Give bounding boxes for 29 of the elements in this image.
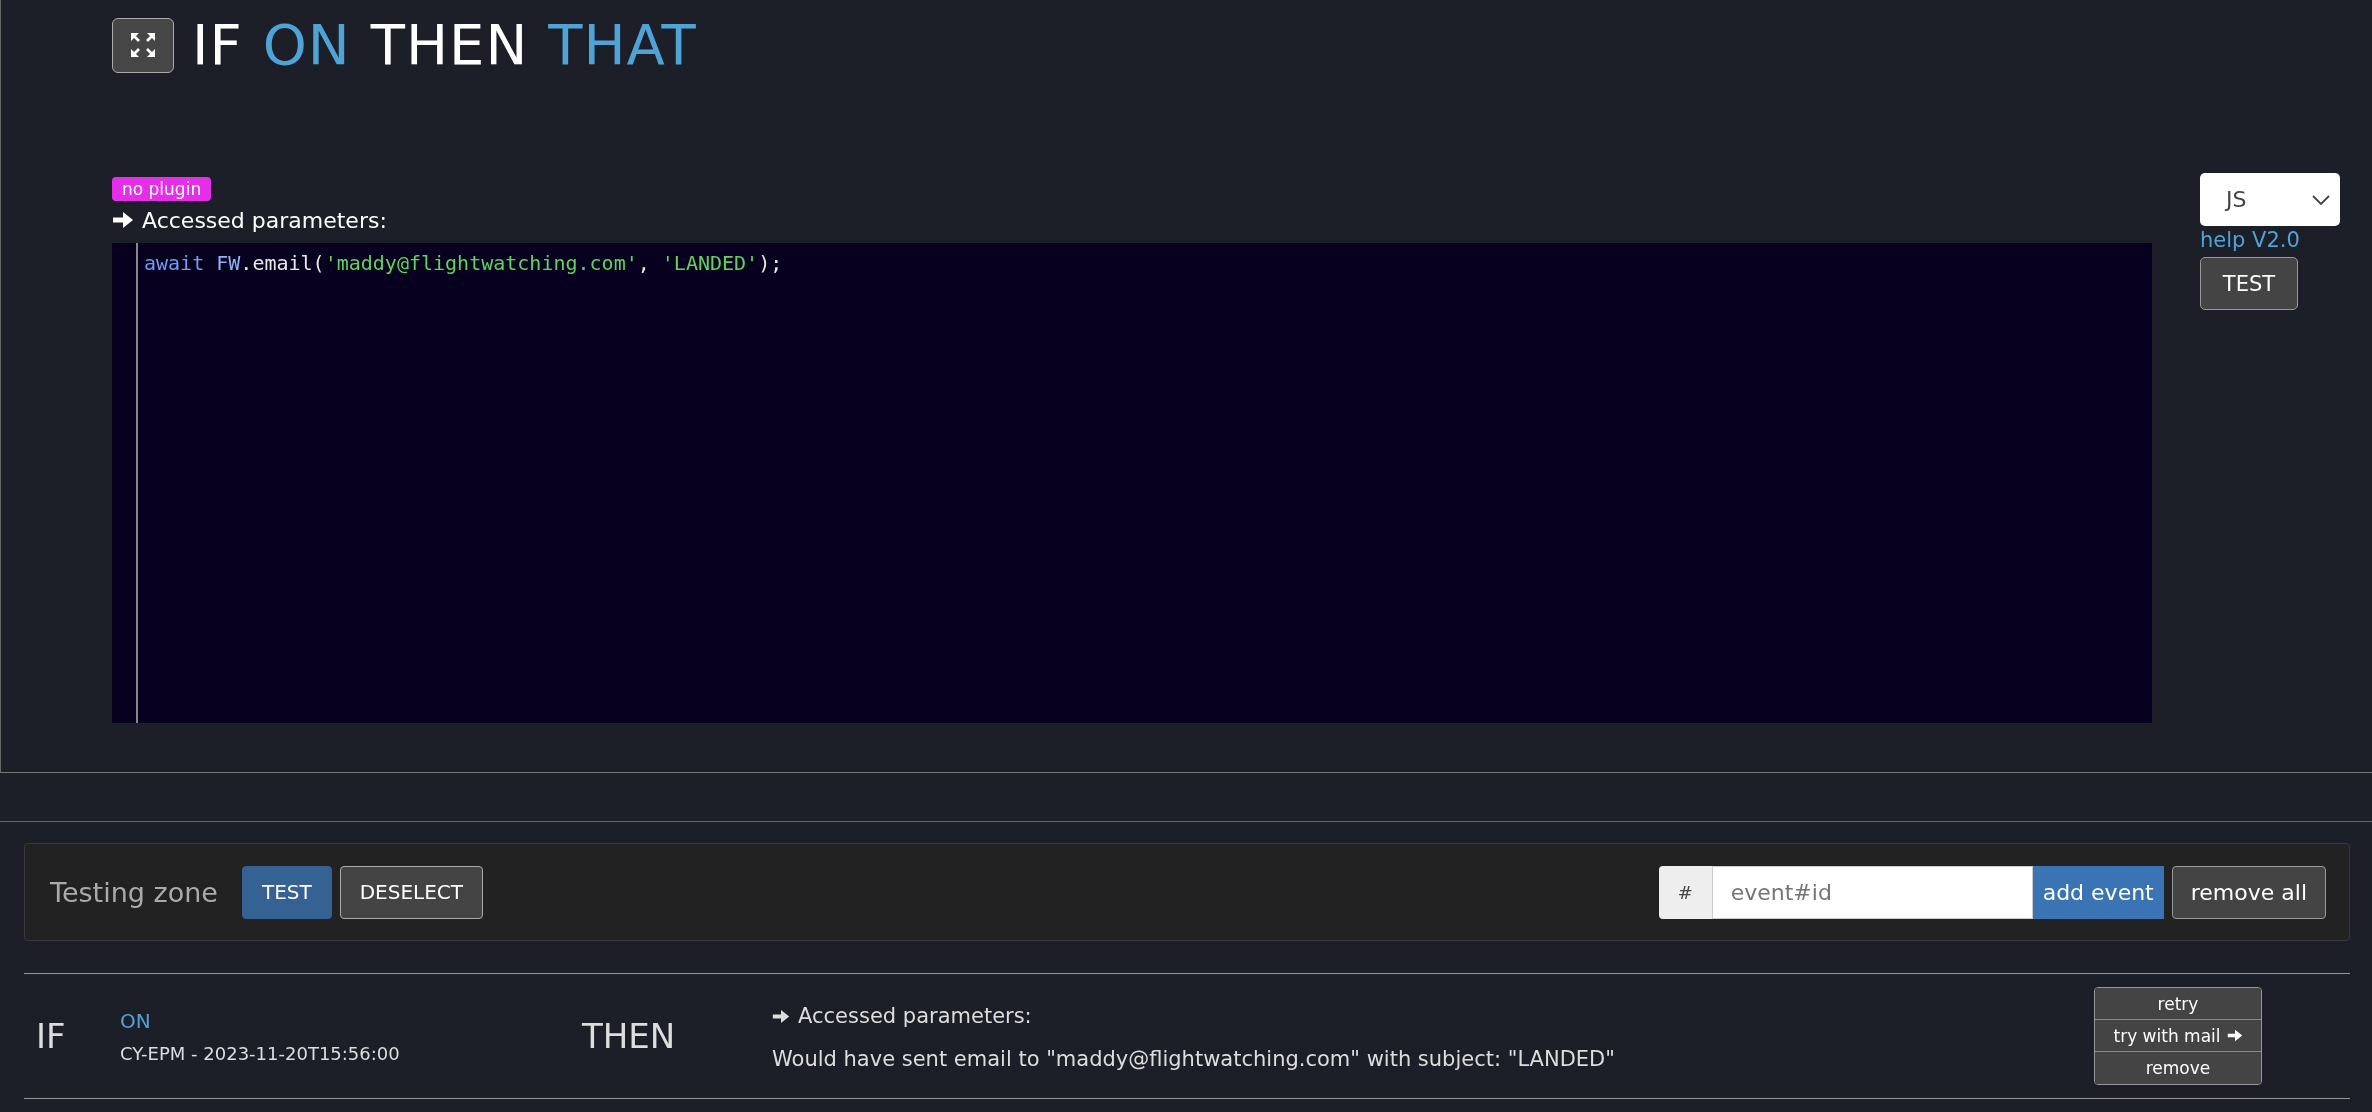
event-action-button[interactable]: retry xyxy=(2095,988,2261,1020)
expand-button[interactable] xyxy=(112,17,174,73)
help-link[interactable]: help V2.0 xyxy=(2200,228,2300,252)
expand-icon xyxy=(130,32,156,58)
test-button[interactable]: TEST xyxy=(2200,257,2298,310)
then-label: THEN xyxy=(582,1016,677,1056)
zone-button[interactable]: DESELECT xyxy=(339,865,484,919)
if-label: IF xyxy=(35,1016,67,1056)
arrow-right-icon xyxy=(112,211,134,229)
add-event-button[interactable]: add event xyxy=(2032,865,2164,919)
language-select[interactable]: JS xyxy=(2200,173,2340,226)
no-plugin-badge: no plugin xyxy=(112,177,212,201)
app-title: IF ON THEN THAT xyxy=(192,17,697,73)
arrow-right-icon xyxy=(772,1008,790,1024)
accessed-parameters-label: Accessed parameters: xyxy=(142,207,387,233)
event-action-button[interactable]: try with mail xyxy=(2095,1020,2261,1052)
event-action-button[interactable]: remove xyxy=(2095,1052,2261,1084)
code-editor[interactable]: await FW.email('maddy@flightwatching.com', 'LANDED'); xyxy=(112,243,2152,723)
testing-zone-title: Testing zone xyxy=(50,876,218,908)
event-detail: CY-EPM - 2023-11-20T15:56:00 xyxy=(120,1042,401,1064)
code-line: await FW.email('maddy@flightwatching.com', 'LANDED'); xyxy=(143,250,784,277)
hash-prefix: # xyxy=(1658,865,1712,919)
result-text: Would have sent email to "maddy@flightwatching.com" with subject: "LANDED" xyxy=(772,1047,1616,1071)
trigger-label: ON xyxy=(120,1008,152,1033)
remove-all-button[interactable]: remove all xyxy=(2171,865,2326,919)
chevron-down-icon xyxy=(2312,194,2330,205)
accessed-parameters-label: Accessed parameters: xyxy=(798,1004,1032,1028)
zone-button[interactable]: TEST xyxy=(241,865,332,919)
event-id-field[interactable]: event#id xyxy=(1711,865,2033,919)
